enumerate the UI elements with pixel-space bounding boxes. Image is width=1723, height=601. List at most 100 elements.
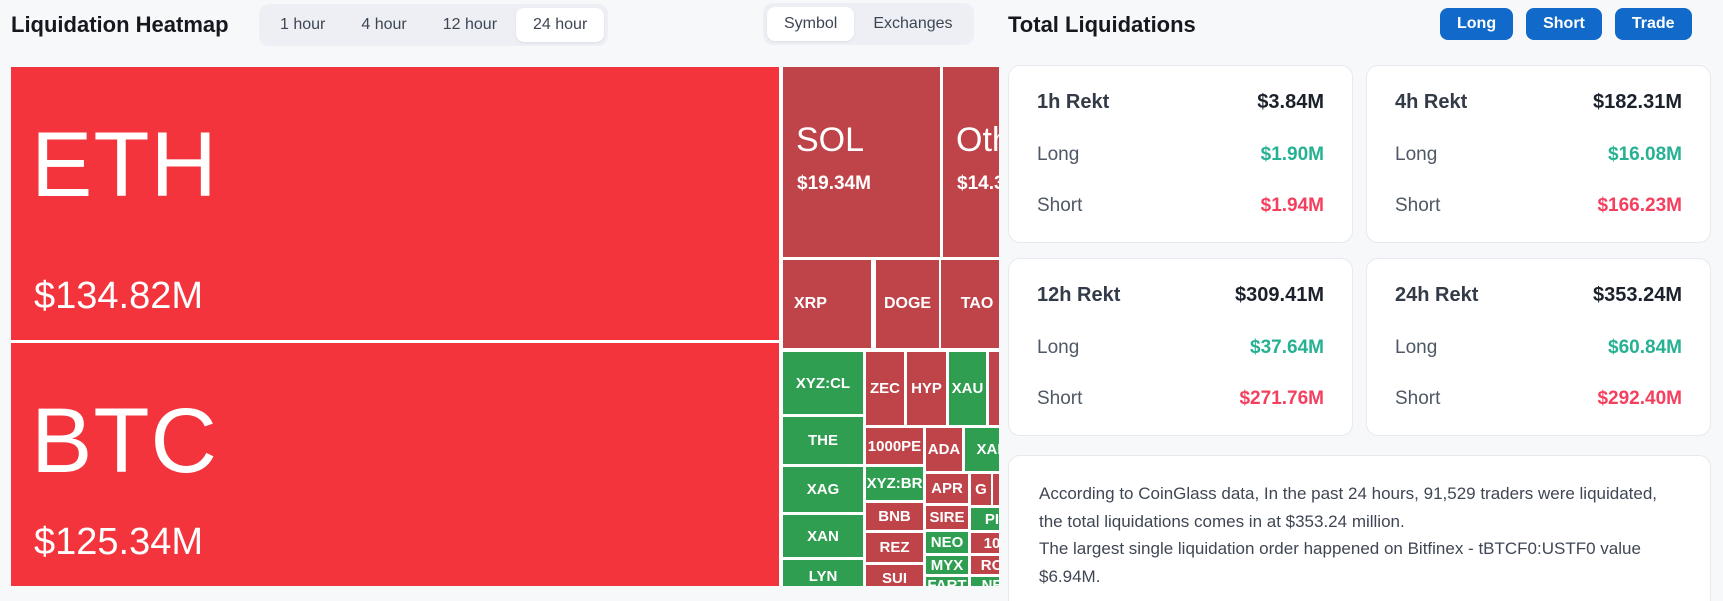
rekt-card-4h: 4h Rekt$182.31M Long$16.08M Short$166.23…	[1366, 65, 1711, 243]
treemap-cell-xau[interactable]: XAU	[949, 352, 986, 425]
short-value: $292.40M	[1597, 388, 1682, 410]
tab-12-hour[interactable]: 12 hour	[426, 8, 514, 42]
short-label: Short	[1395, 388, 1440, 410]
treemap-cell-apr[interactable]: APR	[926, 474, 968, 503]
long-value: $16.08M	[1608, 144, 1682, 166]
treemap-cell-unlabeled	[989, 352, 999, 425]
cell-symbol: XRP	[794, 295, 827, 313]
liquidation-treemap: ETH $134.82M BTC $125.34M SOL$19.34MOthers$1…	[11, 67, 999, 586]
long-label: Long	[1395, 337, 1437, 359]
cell-symbol: Others	[956, 123, 999, 157]
cell-liquidation-value: $125.34M	[34, 521, 203, 564]
treemap-cell-xai[interactable]: XAI	[965, 428, 999, 471]
summary-line-1: According to CoinGlass data, In the past…	[1039, 480, 1680, 535]
card-title: 4h Rekt	[1395, 91, 1467, 114]
trade-button[interactable]: Trade	[1615, 8, 1692, 40]
treemap-cell-neo[interactable]: NEO	[926, 532, 968, 553]
symbol-exchanges-toggle: Symbol Exchanges	[763, 3, 974, 45]
card-total: $309.41M	[1235, 284, 1324, 307]
toggle-exchanges[interactable]: Exchanges	[856, 7, 969, 41]
treemap-cell-sire[interactable]: SIRE	[926, 506, 968, 529]
short-label: Short	[1037, 388, 1082, 410]
time-range-tabs: 1 hour 4 hour 12 hour 24 hour	[259, 4, 608, 46]
long-value: $37.64M	[1250, 337, 1324, 359]
cell-symbol: G	[975, 481, 987, 498]
treemap-cell-1000pe[interactable]: 1000PE	[866, 428, 923, 464]
treemap-cell-the[interactable]: THE	[783, 417, 863, 464]
treemap-cell-myx[interactable]: MYX	[926, 556, 968, 574]
cell-symbol: SOL	[796, 123, 864, 157]
short-label: Short	[1395, 195, 1440, 217]
treemap-cell-xyz-br[interactable]: XYZ:BR	[866, 467, 923, 500]
treemap-cell-xag[interactable]: XAG	[783, 467, 863, 512]
treemap-cell-ro[interactable]: RO	[971, 556, 999, 574]
treemap-cell-xyz-cl[interactable]: XYZ:CL	[783, 352, 863, 414]
treemap-cell-g[interactable]: G	[971, 474, 991, 505]
card-total: $353.24M	[1593, 284, 1682, 307]
treemap-cell-xan[interactable]: XAN	[783, 515, 863, 557]
cell-symbol: MYX	[931, 557, 964, 574]
treemap-cell-sui[interactable]: SUI	[866, 565, 923, 586]
treemap-cell-pi[interactable]: PI	[971, 508, 999, 530]
long-label: Long	[1395, 144, 1437, 166]
cell-symbol: REZ	[880, 539, 910, 556]
page-title: Liquidation Heatmap	[11, 12, 229, 38]
toggle-symbol[interactable]: Symbol	[767, 7, 854, 41]
cell-symbol: XYZ:CL	[796, 375, 850, 392]
card-title: 12h Rekt	[1037, 284, 1120, 307]
treemap-cell-ne[interactable]: NE	[971, 577, 999, 586]
short-value: $271.76M	[1239, 388, 1324, 410]
long-button[interactable]: Long	[1440, 8, 1513, 40]
rekt-card-1h: 1h Rekt $3.84M Long $1.90M Short $1.94M	[1008, 65, 1353, 243]
cell-symbol: XAU	[952, 380, 984, 397]
action-buttons: Long Short Trade	[1440, 8, 1692, 40]
treemap-cell-hyp[interactable]: HYP	[907, 352, 946, 425]
cell-symbol: DOGE	[884, 295, 931, 313]
card-title: 1h Rekt	[1037, 91, 1109, 114]
treemap-cell-sol[interactable]: SOL$19.34M	[783, 67, 940, 257]
treemap-cell-10[interactable]: 10	[971, 533, 999, 553]
treemap-cell-unlabeled	[993, 474, 999, 505]
long-label: Long	[1037, 337, 1079, 359]
cell-symbol: XAG	[807, 481, 840, 498]
short-label: Short	[1037, 195, 1082, 217]
treemap-cell-bnb[interactable]: BNB	[866, 503, 923, 530]
cell-symbol: NEO	[931, 534, 964, 551]
long-value: $60.84M	[1608, 337, 1682, 359]
treemap-cell-fart[interactable]: FART	[926, 577, 968, 586]
treemap-cell-eth[interactable]: ETH $134.82M	[11, 67, 779, 340]
long-label: Long	[1037, 144, 1079, 166]
cell-symbol: HYP	[911, 380, 942, 397]
treemap-cell-lyn[interactable]: LYN	[783, 560, 863, 586]
treemap-cell-xrp[interactable]: XRP	[783, 260, 871, 348]
cell-symbol: RO	[981, 557, 999, 574]
short-button[interactable]: Short	[1526, 8, 1602, 40]
treemap-cell-others[interactable]: Others$14.39M	[943, 67, 999, 257]
cell-symbol: XAI	[976, 441, 999, 458]
cell-symbol: ETH	[31, 119, 218, 211]
tab-4-hour[interactable]: 4 hour	[344, 8, 423, 42]
treemap-cell-doge[interactable]: DOGE	[876, 260, 939, 348]
cell-symbol: TAO	[961, 295, 994, 313]
cell-symbol: BTC	[31, 395, 218, 487]
tab-1-hour[interactable]: 1 hour	[263, 8, 342, 42]
card-title: 24h Rekt	[1395, 284, 1478, 307]
short-value: $1.94M	[1261, 195, 1324, 217]
treemap-cell-rez[interactable]: REZ	[866, 533, 923, 562]
summary-note: According to CoinGlass data, In the past…	[1008, 455, 1711, 601]
cell-symbol: ADA	[928, 441, 961, 458]
cell-symbol: THE	[808, 432, 838, 449]
card-total: $3.84M	[1257, 91, 1324, 114]
summary-line-2: The largest single liquidation order hap…	[1039, 535, 1680, 590]
cell-liquidation-value: $134.82M	[34, 275, 203, 318]
tab-24-hour[interactable]: 24 hour	[516, 8, 604, 42]
cell-symbol: BNB	[878, 508, 911, 525]
treemap-cell-btc[interactable]: BTC $125.34M	[11, 343, 779, 586]
cell-symbol: FART	[927, 577, 966, 586]
treemap-cell-zec[interactable]: ZEC	[866, 352, 904, 425]
long-value: $1.90M	[1261, 144, 1324, 166]
rekt-cards: 1h Rekt $3.84M Long $1.90M Short $1.94M 4h …	[1008, 65, 1711, 436]
treemap-cell-ada[interactable]: ADA	[926, 428, 962, 471]
cell-symbol: SUI	[882, 570, 907, 586]
treemap-cell-tao[interactable]: TAO	[941, 260, 999, 348]
